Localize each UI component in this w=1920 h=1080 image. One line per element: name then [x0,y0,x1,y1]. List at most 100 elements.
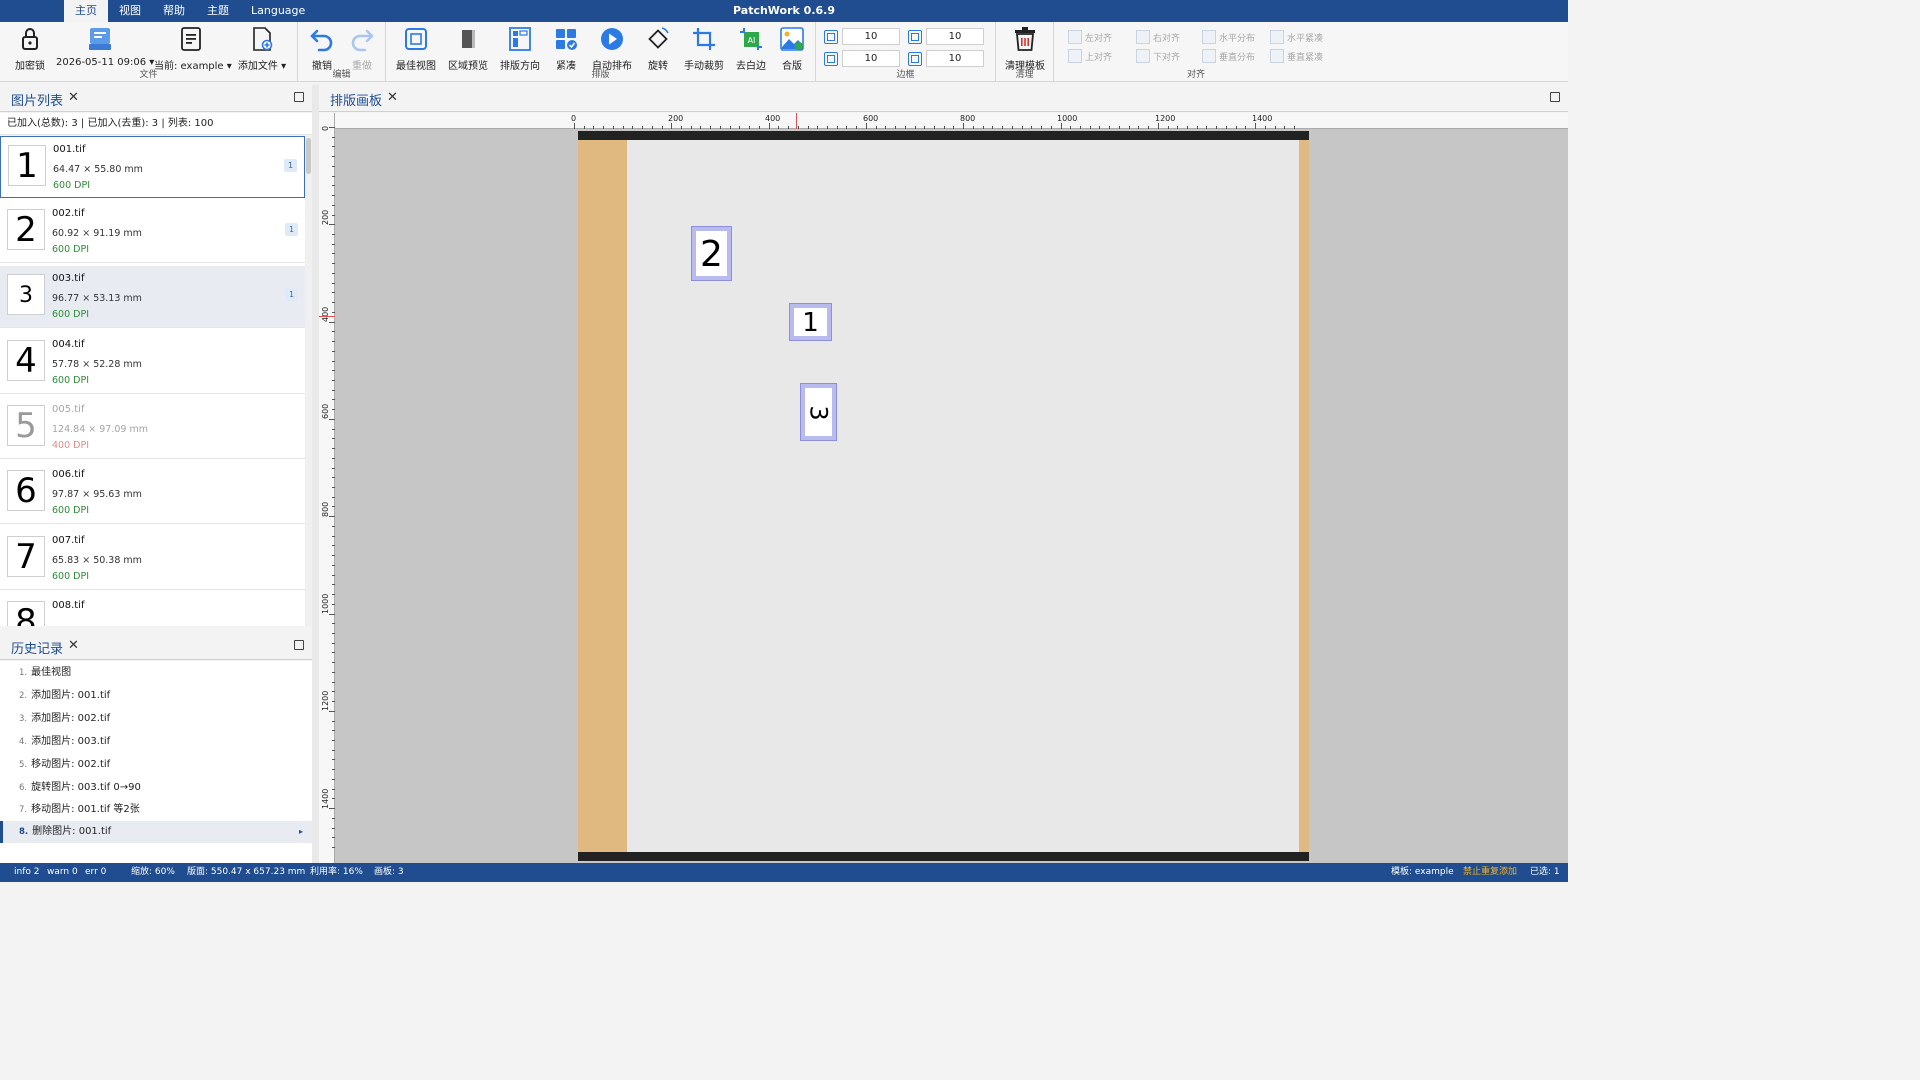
file-dpi: 600 DPI [52,244,89,255]
template-dropdown[interactable]: 当前: example ▾ [154,25,232,72]
panel-splitter[interactable] [312,85,319,863]
direction-button[interactable]: 排版方向 [498,25,542,72]
date-dropdown[interactable]: 2026-05-11 09:06 ▾ [56,25,154,68]
ruler-label: 1000 [1057,114,1078,123]
redo-button[interactable]: 重做 [346,25,378,72]
best-view-button[interactable]: 最佳视图 [394,25,438,72]
list-item[interactable]: 4 004.tif 57.78 × 52.28 mm 600 DPI [0,332,305,394]
file-size: 64.47 × 55.80 mm [53,164,143,175]
history-item[interactable]: 4. 添加图片: 003.tif [0,731,312,753]
canvas-panel-maximize-icon[interactable] [1550,92,1560,102]
ruler-tick [1186,126,1188,129]
history-text: 最佳视图 [31,667,72,678]
image-panel-header: 图片列表 ✕ [0,85,312,112]
crop-button[interactable]: 手动裁剪 [682,25,726,72]
edit-group-label: 编辑 [332,70,351,80]
region-preview-button[interactable]: 区域预览 [446,25,490,72]
history-panel-close-icon[interactable]: ✕ [68,638,79,653]
list-item[interactable]: 6 006.tif 97.87 × 95.63 mm 600 DPI [0,462,305,524]
history-panel-maximize-icon[interactable] [294,640,304,650]
distribute-vertical-button[interactable]: 垂直分布 [1202,49,1255,63]
right-margin-strip [1299,140,1309,852]
image-panel-close-icon[interactable]: ✕ [68,90,79,105]
canvas-panel-close-icon[interactable]: ✕ [387,90,398,105]
menu-language[interactable]: Language [240,0,316,22]
undo-button[interactable]: 撤销 [306,25,338,72]
history-item[interactable]: 6. 旋转图片: 003.tif 0→90 [0,777,312,799]
ruler-tick [719,126,721,129]
compact-vertical-label: 垂直紧凑 [1287,52,1324,63]
ruler-tick [739,126,741,129]
ruler-tick [1157,123,1159,129]
status-no-duplicate[interactable]: 禁止重复添加 [1463,863,1517,882]
clear-template-button[interactable]: 清理模板 [1000,25,1050,72]
ruler-tick [1284,126,1286,129]
history-item[interactable]: 7. 移动图片: 001.tif 等2张 [0,799,312,821]
margin-group: 10 10 10 10 边框 [816,22,996,82]
list-item[interactable]: 3 003.tif 96.77 × 53.13 mm 600 DPI 1 [0,266,305,328]
merge-button[interactable]: 合版 [776,25,808,72]
align-bottom-button[interactable]: 下对齐 [1136,49,1180,63]
auto-layout-button[interactable]: 自动排布 [590,25,634,72]
ruler-tick [332,360,335,362]
compact-vertical-button[interactable]: 垂直紧凑 [1270,49,1323,63]
ruler-tick [914,126,916,129]
image-list-scrollbar[interactable] [305,136,312,626]
ruler-tick [1109,126,1111,129]
ruler-tick [332,817,335,819]
clear-group-label: 清理 [1015,70,1034,80]
list-item[interactable]: 7 007.tif 65.83 × 50.38 mm 600 DPI [0,528,305,590]
rotate-button[interactable]: 旋转 [642,25,674,72]
list-item[interactable]: 8 008.tif [0,593,305,626]
history-item[interactable]: 5. 移动图片: 002.tif [0,754,312,776]
margin-bottom-input[interactable]: 10 [842,50,900,67]
margin-top-input[interactable]: 10 [842,28,900,45]
list-item[interactable]: 1 001.tif 64.47 × 55.80 mm 600 DPI 1 [0,136,305,198]
image-panel-maximize-icon[interactable] [294,92,304,102]
ruler-tick [332,331,335,333]
trim-button[interactable]: AI 去白边 [734,25,768,72]
ruler-tick [574,123,575,129]
ruler-tick [332,409,335,411]
file-dpi: 600 DPI [52,505,89,516]
compact-button[interactable]: 紧凑 [550,25,582,72]
ruler-tick [632,126,634,129]
add-file-button[interactable]: 添加文件 ▾ [236,25,288,72]
menu-home[interactable]: 主页 [64,0,108,22]
cursor-marker [319,316,335,317]
menu-help[interactable]: 帮助 [152,0,196,22]
placed-image-001[interactable]: 1 [789,303,832,341]
sheet-bottom-bar [578,852,1309,861]
ruler-label: 200 [668,114,684,123]
history-item-current[interactable]: 8. 删除图片: 001.tif ▸ [0,821,312,843]
distribute-horizontal-button[interactable]: 水平分布 [1202,30,1255,44]
ruler-tick [1148,126,1150,129]
list-item[interactable]: 5 005.tif 124.84 × 97.09 mm 400 DPI [0,397,305,459]
ruler-tick [332,837,335,839]
margin-left-input[interactable]: 10 [926,50,984,67]
compact-horizontal-icon [1270,30,1284,44]
file-dpi: 400 DPI [52,440,89,451]
ruler-tick [332,506,335,508]
list-item[interactable]: 2 002.tif 60.92 × 91.19 mm 600 DPI 1 [0,201,305,263]
lock-button[interactable]: 加密锁 [10,25,50,72]
align-left-button[interactable]: 左对齐 [1068,30,1112,44]
layout-sheet[interactable] [578,140,1309,852]
align-right-button[interactable]: 右对齐 [1136,30,1180,44]
margin-right-input[interactable]: 10 [926,28,984,45]
compact-horizontal-button[interactable]: 水平紧凑 [1270,30,1323,44]
history-item[interactable]: 3. 添加图片: 002.tif [0,708,312,730]
ruler-tick [332,370,335,372]
history-item[interactable]: 2. 添加图片: 001.tif [0,685,312,707]
menu-theme[interactable]: 主题 [196,0,240,22]
ruler-tick [332,292,335,294]
placed-image-002[interactable]: 2 [691,226,732,281]
align-top-button[interactable]: 上对齐 [1068,49,1112,63]
fit-view-icon [405,28,427,50]
history-item[interactable]: 1. 最佳视图 [0,662,312,684]
menu-view[interactable]: 视图 [108,0,152,22]
placed-image-003[interactable]: 3 [800,383,837,441]
ruler-tick [332,282,335,284]
ruler-tick [807,126,809,129]
scrollbar-thumb[interactable] [306,138,311,174]
